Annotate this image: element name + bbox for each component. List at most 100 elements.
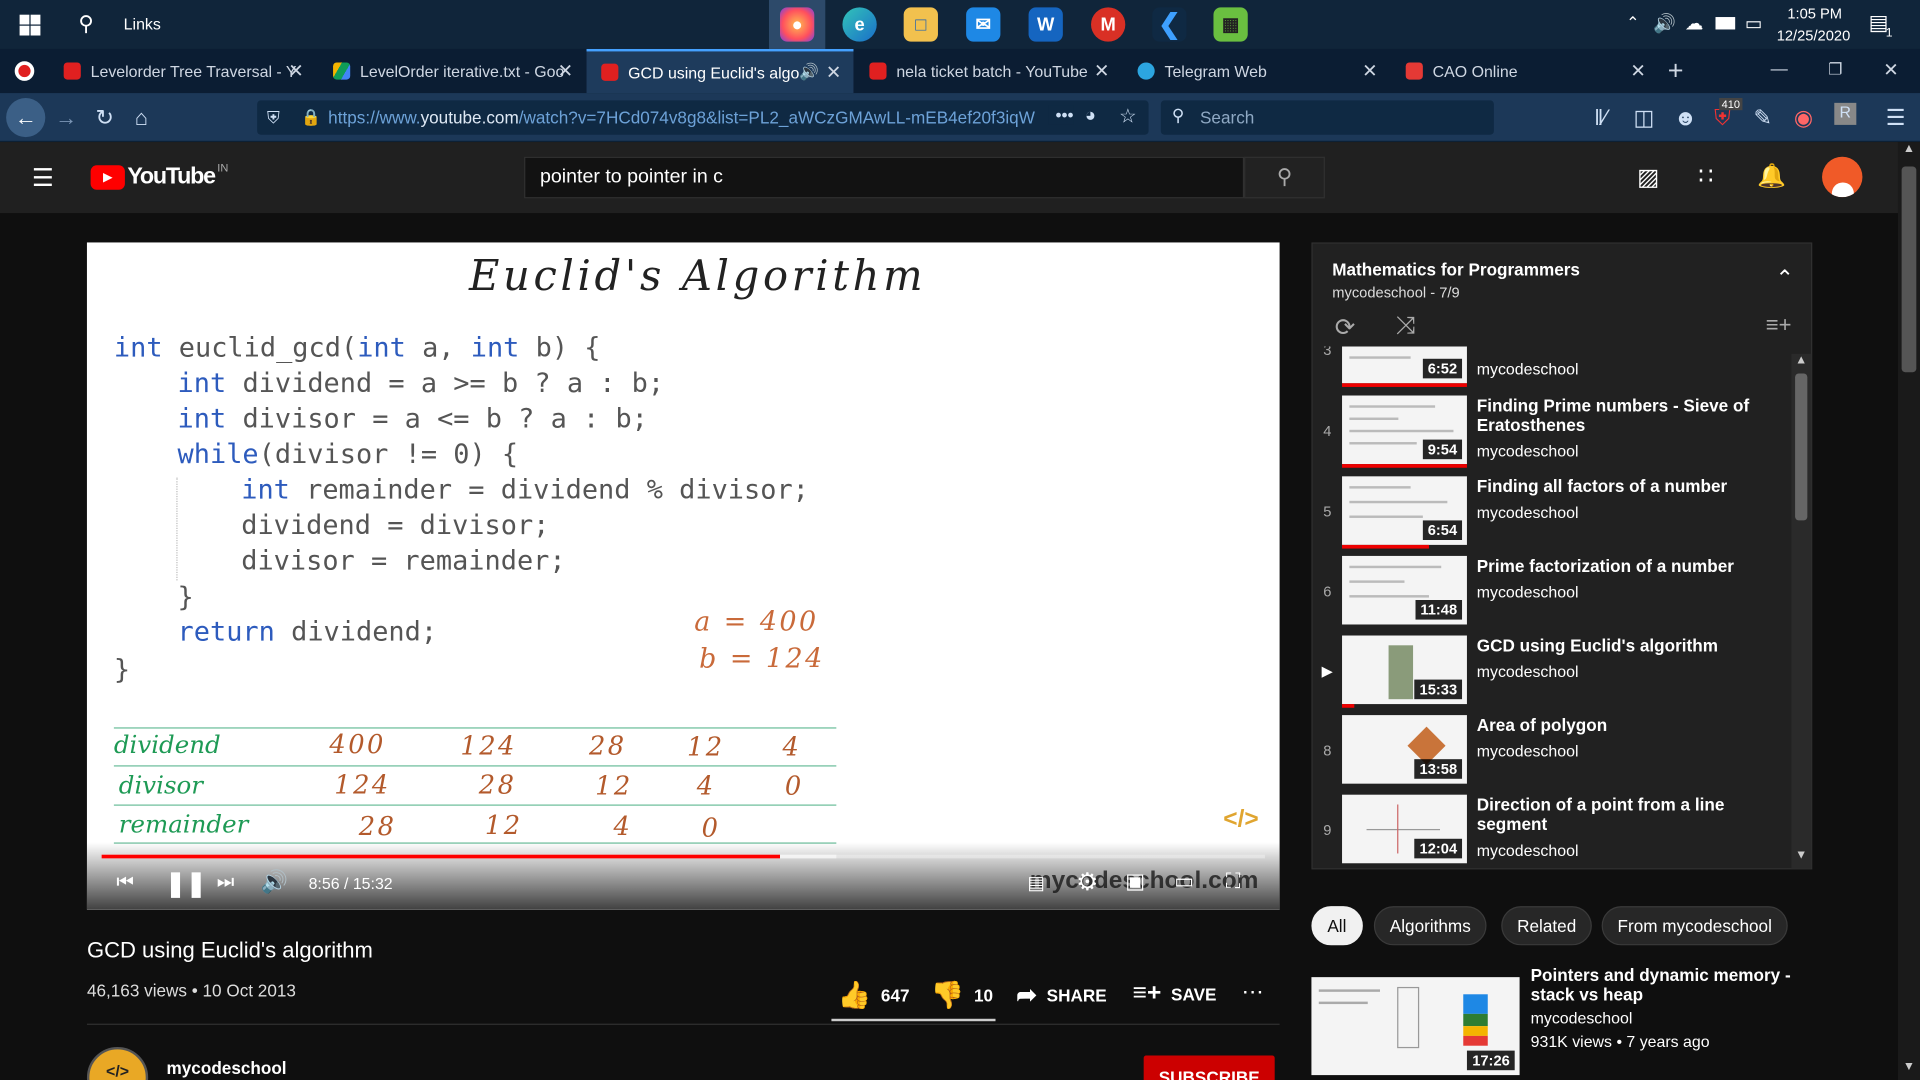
minimize-icon[interactable]: — <box>1771 59 1788 79</box>
subscribe-button[interactable]: SUBSCRIBE <box>1143 1055 1275 1080</box>
video-player[interactable]: Euclid's Algorithm int euclid_gcd(int a,… <box>86 242 1280 910</box>
scroll-up-icon[interactable]: ▲ <box>1795 354 1807 367</box>
list-item[interactable]: 5 6:54 Finding all factors of a number m… <box>1313 476 1791 552</box>
recommended-title[interactable]: Pointers and dynamic memory - stack vs h… <box>1531 965 1813 1004</box>
list-item[interactable]: 3 6:52 mycodeschool <box>1313 346 1791 391</box>
volume-icon[interactable]: 🔊 <box>261 869 288 895</box>
playlist-menu-icon[interactable]: ≡+ <box>1766 312 1792 338</box>
close-icon[interactable]: ✕ <box>1362 60 1377 82</box>
next-icon[interactable]: ⏭ <box>217 872 235 894</box>
library-icon[interactable]: ‖⁄ <box>1594 105 1607 131</box>
forward-icon[interactable]: → <box>55 105 77 131</box>
chip-all[interactable]: All <box>1311 906 1363 946</box>
writer-icon[interactable]: W <box>1028 7 1063 42</box>
youtube-music-icon[interactable] <box>14 61 35 81</box>
loop-icon[interactable]: ⟳ <box>1335 312 1356 343</box>
save-button[interactable]: ≡+ SAVE <box>1133 980 1217 1008</box>
clock-time[interactable]: 1:05 PM <box>1776 5 1854 22</box>
account-icon[interactable]: ☻ <box>1674 105 1697 131</box>
scrollbar-thumb[interactable] <box>1901 166 1917 373</box>
video-thumbnail[interactable]: 15:33 <box>1342 635 1467 705</box>
sidebar-icon[interactable]: ◫ <box>1633 105 1654 131</box>
like-button[interactable]: 👍 647 <box>838 980 910 1012</box>
notifications-bell-icon[interactable]: 🔔 <box>1757 162 1786 191</box>
browser-search-field[interactable]: ⚲ Search <box>1160 100 1494 135</box>
create-video-icon[interactable]: ▨ <box>1637 164 1659 192</box>
chip-algorithms[interactable]: Algorithms <box>1373 906 1487 946</box>
progress-track[interactable] <box>101 854 1265 859</box>
previous-icon[interactable]: ⏮ <box>116 872 134 894</box>
pause-icon[interactable]: ❚❚ <box>165 868 206 899</box>
close-icon[interactable]: ✕ <box>558 60 573 82</box>
reload-icon[interactable]: ↻ <box>96 105 114 131</box>
menu-icon[interactable]: ☰ <box>1886 105 1906 131</box>
mail-icon[interactable]: ✉ <box>966 7 1001 42</box>
url-bar[interactable]: ⛨ 🔒 https://www. youtube.com/watch?v=7HCd… <box>257 100 1149 135</box>
close-icon[interactable]: ✕ <box>1630 60 1645 82</box>
channel-name[interactable]: mycodeschool <box>167 1058 287 1078</box>
youtube-logo[interactable]: ▶ YouTube IN <box>90 162 228 191</box>
youtube-search-button[interactable]: ⚲ <box>1244 156 1325 199</box>
tab-telegram[interactable]: Telegram Web ✕ <box>1123 49 1390 93</box>
chip-related[interactable]: Related <box>1501 906 1593 946</box>
close-icon[interactable]: ✕ <box>826 61 841 83</box>
share-button[interactable]: ➦ SHARE <box>1016 980 1106 1011</box>
list-item[interactable]: 9 12:04 Direction of a point from a line… <box>1313 794 1791 868</box>
video-thumbnail[interactable]: 13:58 <box>1342 715 1467 784</box>
firefox-icon[interactable]: ● <box>780 7 815 42</box>
video-thumbnail[interactable]: 6:52 <box>1342 346 1467 384</box>
back-icon[interactable]: ← <box>6 97 46 138</box>
video-thumbnail[interactable]: 12:04 <box>1342 794 1467 864</box>
gmail-icon[interactable]: M <box>1091 7 1126 42</box>
extension-r-icon[interactable]: R <box>1834 102 1857 125</box>
hamburger-menu-icon[interactable]: ☰ <box>32 163 54 194</box>
apps-grid-icon[interactable]: ∷ <box>1698 163 1713 191</box>
video-thumbnail[interactable]: 6:54 <box>1342 476 1467 545</box>
chevron-up-icon[interactable]: ⌃ <box>1626 13 1639 33</box>
collapse-chevron-icon[interactable]: ⌃ <box>1776 266 1794 292</box>
dislike-button[interactable]: 👎 10 <box>931 980 993 1012</box>
playlist-scroll-thumb[interactable] <box>1795 373 1808 521</box>
list-item-current[interactable]: ▶ 15:33 GCD using Euclid's algorithm myc… <box>1313 635 1791 712</box>
playlist-scrollbar[interactable]: ▲ ▼ <box>1791 353 1812 869</box>
home-icon[interactable]: ⌂ <box>135 105 148 131</box>
scroll-down-icon[interactable]: ▼ <box>1903 1060 1915 1073</box>
file-explorer-icon[interactable]: □ <box>903 7 938 42</box>
recommended-channel[interactable]: mycodeschool <box>1531 1009 1633 1027</box>
list-item[interactable]: 4 9:54 Finding Prime numbers - Sieve of … <box>1313 395 1791 472</box>
close-icon[interactable]: ✕ <box>288 60 303 82</box>
theater-mode-icon[interactable]: ▭ <box>1174 869 1194 893</box>
cloud-icon[interactable]: ☁ <box>1685 12 1703 34</box>
list-item[interactable]: 8 13:58 Area of polygon mycodeschool <box>1313 715 1791 791</box>
bookmark-star-icon[interactable]: ☆ <box>1119 104 1137 128</box>
close-icon[interactable]: ✕ <box>1094 60 1109 82</box>
youtube-search-input[interactable]: pointer to pointer in c <box>524 156 1245 199</box>
playlist-title[interactable]: Mathematics for Programmers <box>1332 260 1580 280</box>
video-thumbnail[interactable]: 17:26 <box>1311 977 1520 1076</box>
list-item[interactable]: 6 11:48 Prime factorization of a number … <box>1313 555 1791 632</box>
page-actions-icon[interactable]: ••• <box>1048 105 1074 125</box>
extension-mask-icon[interactable]: ◉ <box>1794 105 1813 131</box>
shield-icon[interactable]: ⛨ <box>267 107 280 128</box>
close-window-icon[interactable]: ✕ <box>1883 59 1898 81</box>
video-thumbnail[interactable]: 9:54 <box>1342 395 1467 465</box>
scroll-down-icon[interactable]: ▼ <box>1795 849 1807 862</box>
network-icon[interactable]: ▭ <box>1745 12 1762 34</box>
clock-date[interactable]: 12/25/2020 <box>1771 27 1857 44</box>
tab-nela-ticket[interactable]: nela ticket batch - YouTube ✕ <box>855 49 1122 93</box>
pocket-icon[interactable]: ◕ <box>1085 105 1096 126</box>
tab-levelorder-traversal[interactable]: Levelorder Tree Traversal - Y ✕ <box>49 49 316 93</box>
tab-cao-online[interactable]: CAO Online ✕ <box>1391 49 1658 93</box>
vscode-icon[interactable]: ❮ <box>1152 7 1187 42</box>
speaker-icon[interactable]: 🔊 <box>799 62 819 82</box>
volume-icon[interactable]: 🔊 <box>1653 12 1676 34</box>
page-scrollbar[interactable]: ▲ ▼ <box>1897 142 1920 1080</box>
more-actions-icon[interactable]: ⋯ <box>1242 980 1264 1006</box>
new-tab-icon[interactable]: + <box>1668 55 1684 87</box>
search-icon[interactable]: ⚲ <box>78 12 93 36</box>
settings-gear-icon[interactable]: ⚙ <box>1076 867 1098 898</box>
battery-icon[interactable] <box>1715 17 1736 30</box>
restore-icon[interactable]: ❐ <box>1828 60 1842 80</box>
tab-gcd-euclid[interactable]: GCD using Euclid's algorit 🔊 ✕ <box>586 48 854 94</box>
avatar[interactable] <box>1822 156 1863 198</box>
